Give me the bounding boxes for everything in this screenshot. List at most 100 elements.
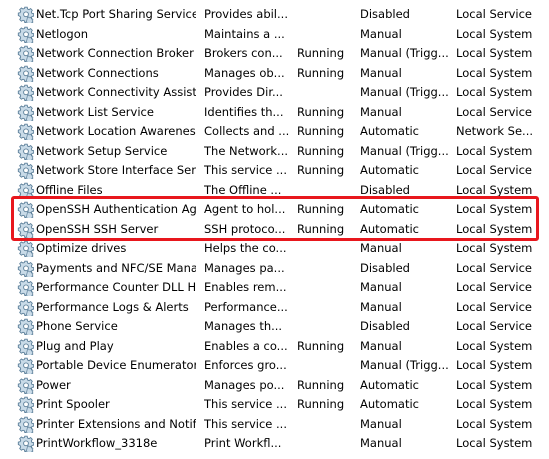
service-startup-type-cell: Manual — [360, 416, 402, 431]
service-startup-type-cell: Disabled — [360, 182, 410, 197]
service-name-cell: Network Connectivity Assist... — [36, 85, 196, 99]
service-startup-type-cell: Manual — [360, 65, 402, 80]
service-logon-cell: Network Se... — [456, 124, 534, 138]
service-status-cell: Running — [297, 104, 345, 119]
service-description-cell: This service ... — [204, 416, 287, 431]
service-description-cell: Print Workfl... — [204, 436, 282, 450]
service-status-cell: Running — [297, 124, 345, 138]
service-row[interactable]: Offline Files The Offline ... Disabled Loca… — [0, 181, 549, 201]
service-name-cell: Phone Service — [36, 319, 118, 333]
service-logon-cell: Local System — [456, 65, 533, 80]
service-name-cell: Performance Counter DLL H... — [36, 280, 196, 294]
service-row[interactable]: Optimize drives Helps the co... Manual Loca… — [0, 239, 549, 260]
service-name-cell: Network Location Awareness — [36, 124, 196, 138]
service-gear-icon — [17, 416, 35, 435]
service-description-cell: Manages pa... — [204, 260, 285, 275]
service-row[interactable]: Network Location Awareness Collects and .… — [0, 122, 549, 143]
service-name-cell: Payments and NFC/SE Mana... — [36, 260, 196, 275]
service-status-cell: Running — [297, 65, 345, 80]
service-row[interactable]: Network Connection Broker Brokers con... R… — [0, 44, 549, 65]
service-name-cell: Offline Files — [36, 182, 103, 197]
service-name-cell: Portable Device Enumerator ... — [36, 358, 196, 372]
service-startup-type-cell: Automatic — [360, 397, 419, 411]
service-name-cell: Printer Extensions and Notifi... — [36, 416, 196, 431]
service-startup-type-cell: Manual — [360, 104, 402, 119]
service-row[interactable]: Phone Service Manages th... Disabled Local … — [0, 317, 549, 338]
service-description-cell: Brokers con... — [204, 46, 283, 60]
service-gear-icon — [17, 299, 35, 318]
service-startup-type-cell: Manual (Trigg... — [360, 85, 449, 99]
service-logon-cell: Local Service — [456, 7, 532, 21]
service-name-cell: Optimize drives — [36, 241, 127, 255]
service-description-cell: Manages ob... — [204, 65, 285, 80]
service-name-cell: Power — [36, 377, 71, 392]
service-gear-icon — [17, 338, 35, 357]
service-logon-cell: Local System — [456, 377, 533, 392]
service-gear-icon — [17, 318, 35, 338]
service-logon-cell: Local System — [456, 85, 533, 99]
service-gear-icon — [17, 143, 35, 162]
service-row[interactable]: Network Connectivity Assist... Provides D… — [0, 83, 549, 104]
service-logon-cell: Local System — [456, 241, 533, 255]
service-status-cell: Running — [297, 202, 345, 216]
service-logon-cell: Local Service — [456, 319, 532, 333]
service-row[interactable]: Network List Service Identifies th... Runn… — [0, 103, 549, 123]
service-description-cell: This service ... — [204, 163, 287, 177]
service-row[interactable]: PrintWorkflow_3318e Print Workfl... Manual… — [0, 434, 549, 455]
service-logon-cell: Local System — [456, 143, 533, 158]
service-row[interactable]: Payments and NFC/SE Mana... Manages pa...… — [0, 259, 549, 279]
service-logon-cell: Local System — [456, 358, 533, 372]
service-startup-type-cell: Manual (Trigg... — [360, 46, 449, 60]
service-row[interactable]: OpenSSH SSH Server SSH protoco... Running A… — [0, 220, 549, 240]
service-gear-icon — [17, 377, 35, 396]
service-name-cell: Print Spooler — [36, 397, 110, 411]
service-status-cell: Running — [297, 163, 345, 177]
service-description-cell: SSH protoco... — [204, 221, 286, 236]
service-logon-cell: Local System — [456, 416, 533, 431]
service-row[interactable]: Print Spooler This service ... Running Auto… — [0, 395, 549, 416]
service-logon-cell: Local System — [456, 436, 533, 450]
service-description-cell: Performance... — [204, 299, 288, 314]
service-description-cell: Provides abil... — [204, 7, 288, 21]
service-logon-cell: Local System — [456, 338, 533, 353]
service-row[interactable]: Portable Device Enumerator ... Enforces g… — [0, 356, 549, 377]
service-row[interactable]: Net.Tcp Port Sharing Service Provides abi… — [0, 5, 549, 26]
service-description-cell: Maintains a ... — [204, 26, 285, 41]
service-row[interactable]: Performance Logs & Alerts Performance... M… — [0, 298, 549, 318]
service-description-cell: Enables rem... — [204, 280, 287, 294]
service-row[interactable]: OpenSSH Authentication Ag... Agent to hol… — [0, 200, 549, 221]
service-startup-type-cell: Automatic — [360, 221, 419, 236]
service-row[interactable]: Network Store Interface Serv... This serv… — [0, 161, 549, 182]
service-row[interactable]: Power Manages po... Running Automatic Local … — [0, 376, 549, 396]
service-status-cell: Running — [297, 397, 345, 411]
service-status-cell: Running — [297, 221, 345, 236]
service-row[interactable]: Network Setup Service The Network... Runni… — [0, 142, 549, 162]
service-description-cell: Collects and ... — [204, 124, 290, 138]
service-row[interactable]: Printer Extensions and Notifi... This ser… — [0, 415, 549, 435]
service-row[interactable]: Network Connections Manages ob... Running M… — [0, 64, 549, 84]
service-name-cell: Network Connections — [36, 65, 159, 80]
service-startup-type-cell: Manual — [360, 436, 402, 450]
service-startup-type-cell: Manual (Trigg... — [360, 358, 449, 372]
service-description-cell: Identifies th... — [204, 104, 284, 119]
service-name-cell: Network List Service — [36, 104, 154, 119]
service-row[interactable]: Performance Counter DLL H... Enables rem.… — [0, 278, 549, 299]
service-gear-icon — [17, 279, 35, 299]
service-logon-cell: Local System — [456, 221, 533, 236]
service-logon-cell: Local System — [456, 182, 533, 197]
service-startup-type-cell: Manual — [360, 338, 402, 353]
service-name-cell: Network Connection Broker — [36, 46, 194, 60]
service-logon-cell: Local System — [456, 202, 533, 216]
service-logon-cell: Local System — [456, 397, 533, 411]
service-row[interactable]: Plug and Play Enables a co... Running Manua… — [0, 337, 549, 357]
service-logon-cell: Local Service — [456, 299, 532, 314]
service-logon-cell: Local Service — [456, 104, 532, 119]
service-name-cell: OpenSSH SSH Server — [36, 221, 159, 236]
service-status-cell: Running — [297, 377, 345, 392]
service-row[interactable]: Netlogon Maintains a ... Manual Local Syste… — [0, 25, 549, 45]
service-gear-icon — [17, 84, 35, 104]
service-name-cell: Network Store Interface Serv... — [36, 163, 196, 177]
service-gear-icon — [17, 357, 35, 377]
service-gear-icon — [17, 260, 35, 279]
service-gear-icon — [17, 6, 35, 26]
